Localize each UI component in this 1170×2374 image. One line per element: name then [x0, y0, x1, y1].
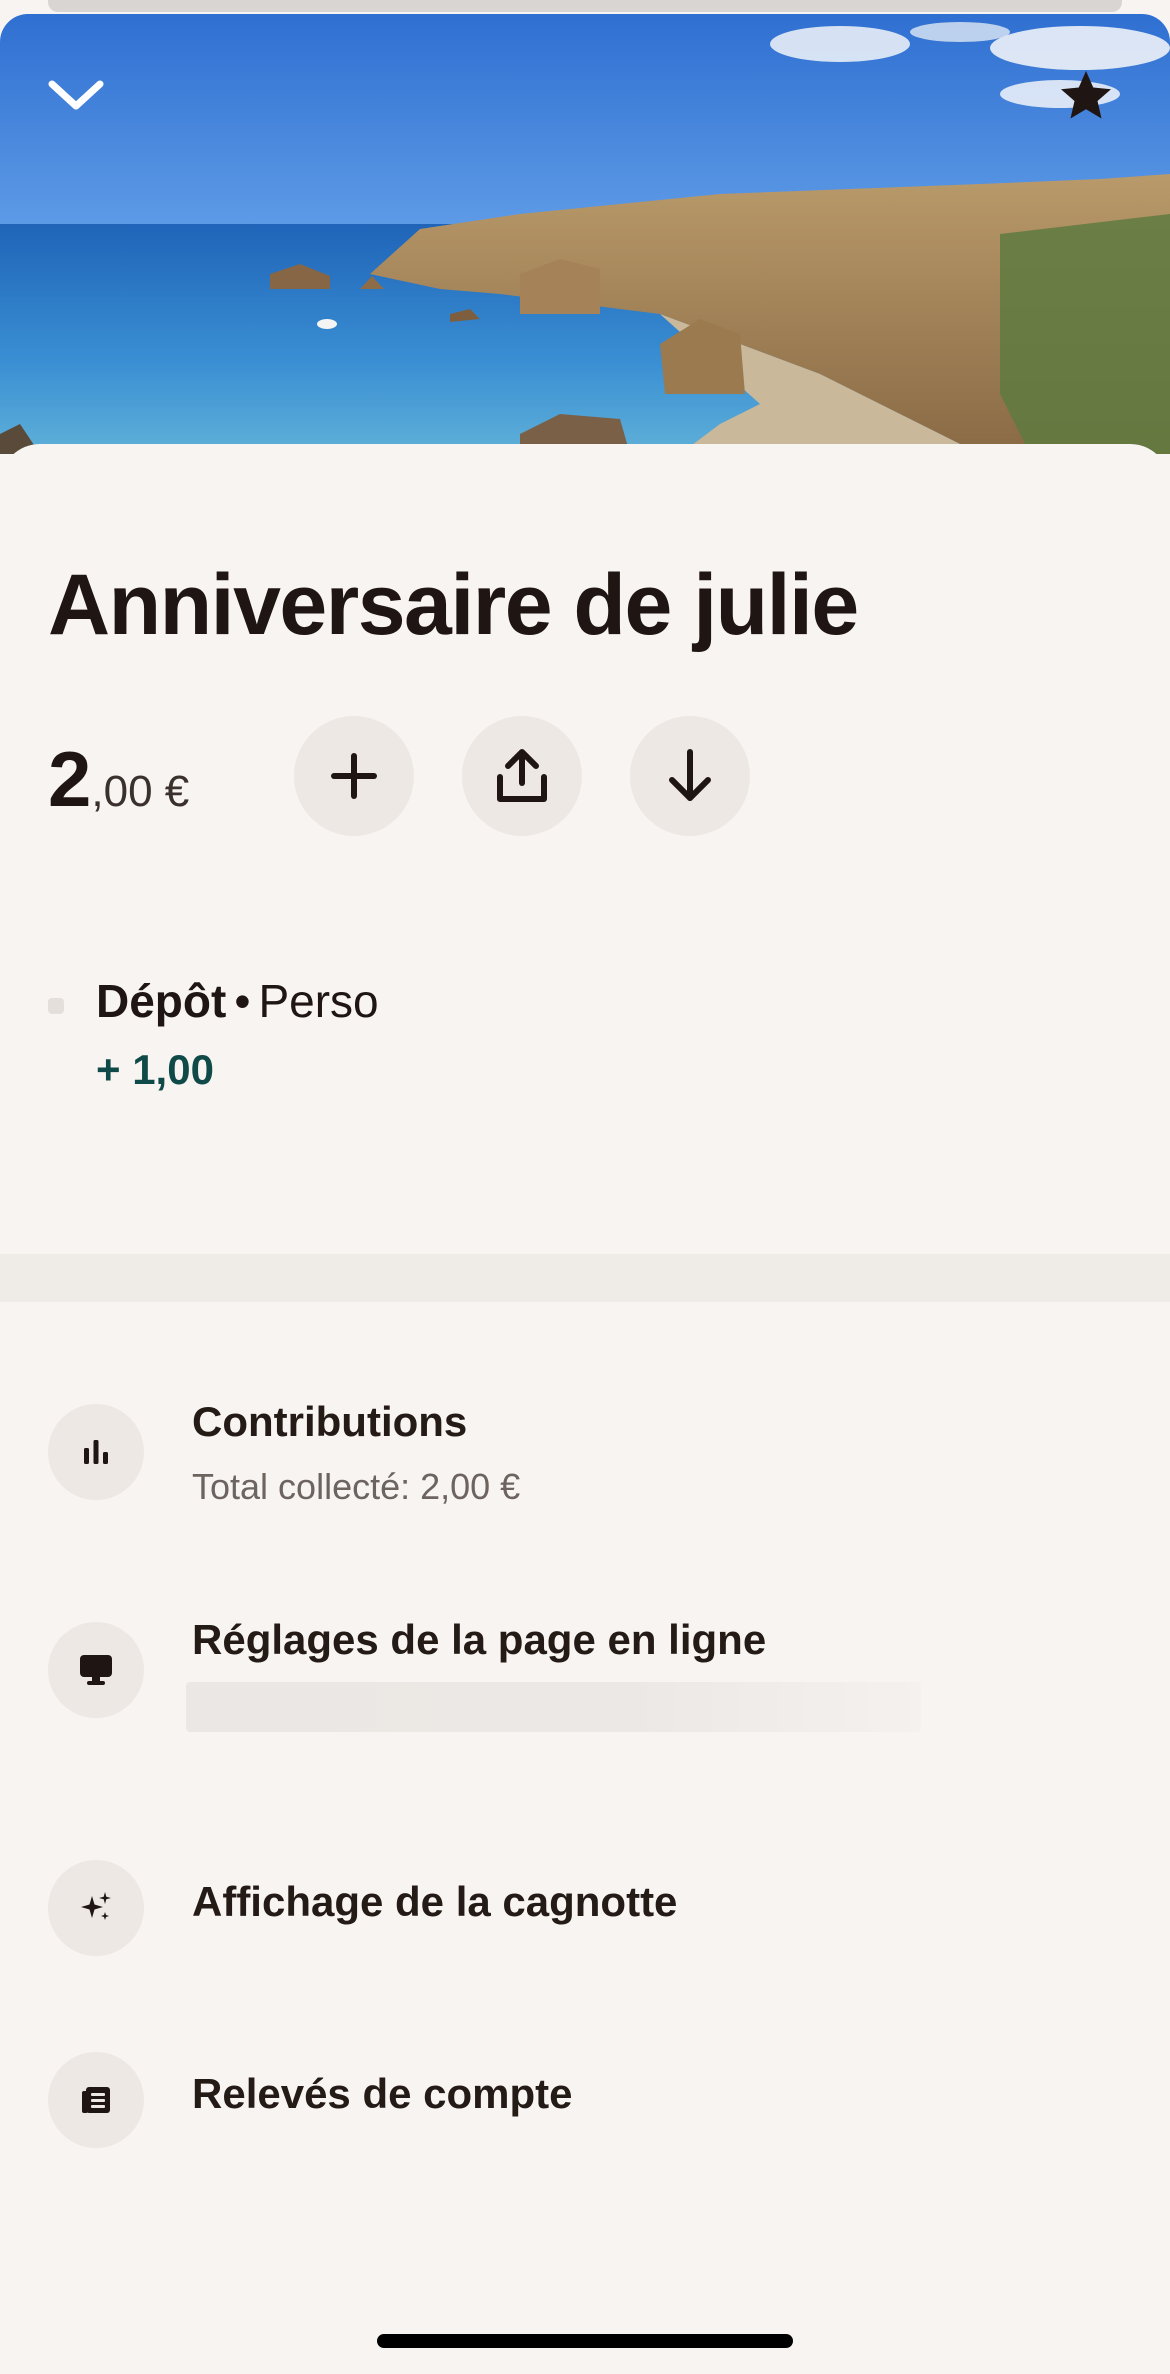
star-icon: [1061, 71, 1111, 119]
pot-details-card: Anniversaire de julie 2,00 € Dépôt • Perso…: [0, 444, 1170, 2374]
balance: 2,00 €: [48, 740, 189, 818]
monitor-icon: [48, 1622, 144, 1718]
transaction-title: Dépôt • Perso: [96, 974, 379, 1028]
transaction-dot: [48, 998, 64, 1014]
menu-item-display[interactable]: Affichage de la cagnotte: [0, 1860, 1170, 2010]
home-indicator[interactable]: [377, 2334, 793, 2348]
balance-decimal: ,00 €: [91, 767, 190, 816]
loading-placeholder: [186, 1682, 921, 1732]
plus-icon: [331, 753, 377, 799]
chevron-down-icon: [48, 80, 104, 110]
document-icon: [48, 2052, 144, 2148]
page-title: Anniversaire de julie: [48, 557, 859, 653]
menu-label-online-page: Réglages de la page en ligne: [192, 1616, 767, 1663]
transaction-amount: + 1,00: [96, 1046, 214, 1093]
favorite-button[interactable]: [1046, 56, 1126, 136]
menu-label-statements: Relevés de compte: [192, 2070, 573, 2117]
sparkles-icon: [48, 1860, 144, 1956]
sheet-top-strip: [48, 0, 1122, 12]
transaction-account: Perso: [258, 975, 379, 1027]
section-divider: [0, 1254, 1170, 1302]
withdraw-button[interactable]: [630, 716, 750, 836]
menu-sub-contributions: Total collecté: 2,00 €: [192, 1466, 521, 1507]
cover-image: [0, 14, 1170, 454]
bar-chart-icon: [48, 1404, 144, 1500]
add-money-button[interactable]: [294, 716, 414, 836]
cover-photo: [0, 14, 1170, 454]
transaction-item[interactable]: Dépôt • Perso + 1,00: [48, 974, 1048, 1094]
menu-item-contributions[interactable]: Contributions Total collecté: 2,00 €: [0, 1398, 1170, 1554]
transaction-type: Dépôt: [96, 975, 227, 1027]
menu-label-contributions: Contributions: [192, 1398, 468, 1445]
arrow-down-icon: [669, 749, 711, 801]
share-icon: [497, 749, 547, 802]
close-button[interactable]: [36, 56, 116, 136]
menu-item-statements[interactable]: Relevés de compte: [0, 2052, 1170, 2202]
menu-item-online-page-settings[interactable]: Réglages de la page en ligne: [0, 1616, 1170, 1772]
menu-label-display: Affichage de la cagnotte: [192, 1878, 678, 1925]
balance-integer: 2: [48, 735, 92, 823]
share-button[interactable]: [462, 716, 582, 836]
transaction-separator: •: [234, 975, 251, 1027]
